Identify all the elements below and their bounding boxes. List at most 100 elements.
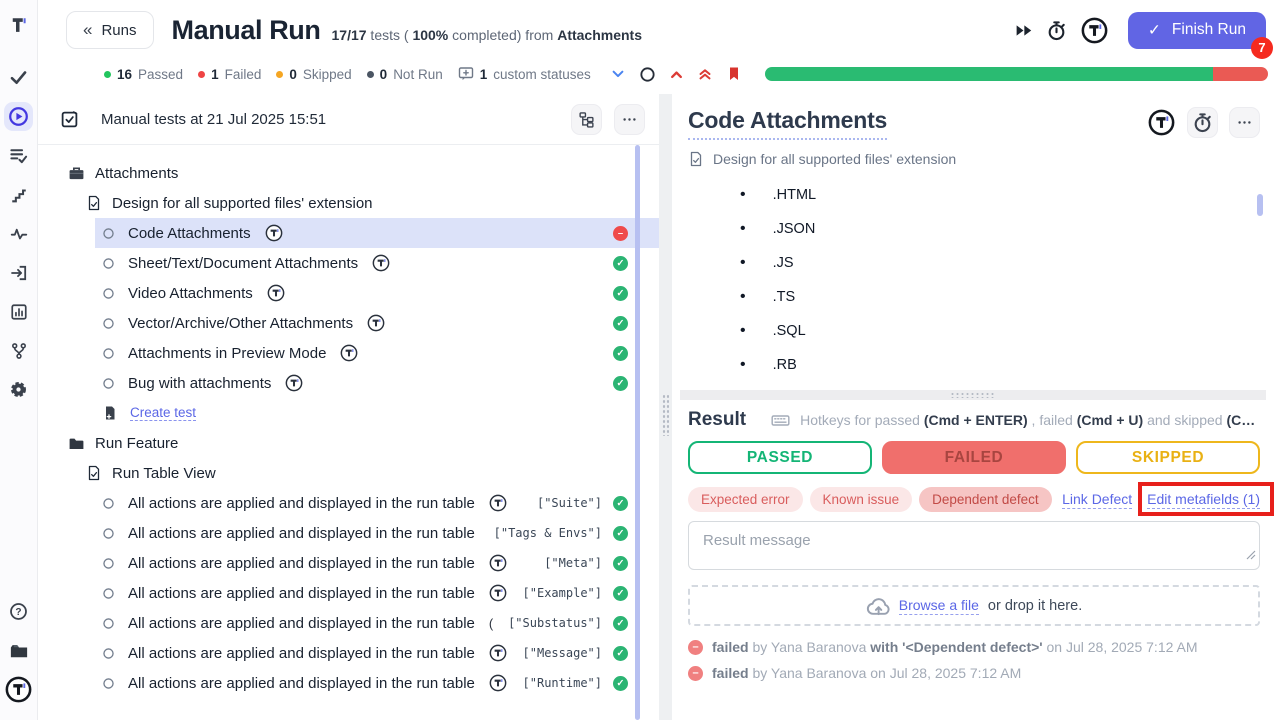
tree-suite[interactable]: Run Table View	[38, 458, 659, 488]
more-options-button[interactable]	[1229, 107, 1260, 138]
passed-button[interactable]: PASSED	[688, 441, 872, 474]
rail-testomat-logo-icon[interactable]	[4, 10, 33, 39]
browse-file-link[interactable]: Browse a file	[899, 597, 979, 615]
edit-metafields-link[interactable]: Edit metafields (1)	[1147, 491, 1260, 509]
tree-suite[interactable]: Design for all supported files' extensio…	[38, 188, 659, 218]
bullet-icon: •	[740, 186, 746, 204]
bookmark-icon[interactable]	[726, 66, 742, 82]
rail-branch-icon[interactable]	[4, 336, 33, 365]
tree-test-row[interactable]: All actions are applied and displayed in…	[38, 548, 659, 578]
rail-help-icon[interactable]: ?	[4, 597, 33, 626]
test-bullet-icon	[102, 677, 115, 690]
failed-status-icon: –	[688, 666, 703, 681]
finish-run-button[interactable]: ✓ Finish Run 7	[1128, 12, 1266, 49]
priority-up-icon[interactable]	[669, 67, 684, 82]
stopwatch-icon[interactable]	[1046, 20, 1067, 41]
rail-run-play-icon[interactable]	[4, 102, 33, 131]
bullet-icon: •	[740, 254, 746, 272]
status-passed-icon: ✓	[613, 586, 628, 601]
defect-tags-row: Expected error Known issueDependent defec…	[688, 487, 1260, 512]
testomat-mini-icon	[285, 374, 303, 392]
result-message-input[interactable]	[688, 521, 1260, 570]
tree-test-row[interactable]: All actions are applied and displayed in…	[38, 518, 659, 548]
back-to-runs-label: Runs	[101, 22, 136, 39]
defect-tag[interactable]: Dependent defect	[919, 487, 1052, 512]
tree-test-row[interactable]: Sheet/Text/Document Attachments✓	[38, 248, 659, 278]
description-scrollbar[interactable]	[1257, 194, 1263, 216]
rail-pulse-icon[interactable]	[4, 219, 33, 248]
testomat-mini-icon	[489, 644, 507, 662]
test-label: All actions are applied and displayed in…	[128, 645, 475, 662]
run-stats-subtitle: 17/17 tests ( 100% completed) from Attac…	[332, 17, 643, 43]
page-title: Manual Run	[172, 15, 321, 46]
create-test-link[interactable]: Create test	[38, 398, 659, 428]
rail-testomat-circle-icon[interactable]	[4, 675, 33, 704]
rail-projects-icon[interactable]	[4, 636, 33, 665]
defect-tag[interactable]: Expected error	[688, 487, 803, 512]
test-label: Video Attachments	[128, 285, 253, 302]
tree-panel-header: Manual tests at 21 Jul 2025 15:51	[38, 94, 659, 145]
test-tag: ["Suite"]	[537, 496, 602, 510]
tree-test-row[interactable]: All actions are applied and displayed in…	[38, 488, 659, 518]
tree-test-row[interactable]: Attachments in Preview Mode✓	[38, 338, 659, 368]
test-tree-panel: Manual tests at 21 Jul 2025 15:51 Attach…	[38, 94, 659, 720]
priority-highest-icon[interactable]	[697, 66, 713, 82]
cloud-upload-icon	[866, 594, 890, 618]
status-dot-icon	[104, 71, 111, 78]
tree-test-row[interactable]: All actions are applied and displayed in…	[38, 608, 659, 638]
tree-folder[interactable]: Run Feature	[38, 428, 659, 458]
test-tag: ["Tags & Envs"]	[494, 526, 602, 540]
status-passed-icon: ✓	[613, 256, 628, 271]
testomat-logo-icon[interactable]	[1080, 16, 1109, 45]
test-bullet-icon	[102, 257, 115, 270]
test-label: All actions are applied and displayed in…	[128, 615, 475, 632]
tree-test-row[interactable]: All actions are applied and displayed in…	[38, 638, 659, 668]
skipped-button[interactable]: SKIPPED	[1076, 441, 1260, 474]
tree-folder[interactable]: Attachments	[38, 158, 659, 188]
file-drop-zone[interactable]: Browse a file or drop it here.	[688, 585, 1260, 626]
link-defect-link[interactable]: Link Defect	[1062, 491, 1132, 509]
test-tag: ["Runtime"]	[523, 676, 602, 690]
testomat-mini-icon	[265, 224, 283, 242]
tree-test-row[interactable]: All actions are applied and displayed in…	[38, 668, 659, 698]
test-tag: ["Message"]	[523, 646, 602, 660]
rail-steps-icon[interactable]	[4, 180, 33, 209]
fast-forward-icon[interactable]	[1014, 21, 1033, 40]
custom-statuses: 1 custom statuses	[458, 66, 591, 82]
rail-analytics-icon[interactable]	[4, 297, 33, 326]
panel-resize-gutter[interactable]	[659, 94, 672, 720]
keyboard-icon	[771, 411, 790, 430]
tree-test-row[interactable]: Code Attachments–	[38, 218, 659, 248]
more-options-button[interactable]	[614, 104, 645, 135]
back-to-runs-button[interactable]: « Runs	[66, 11, 154, 49]
description-bullet: •.PY	[740, 382, 1260, 390]
tree-view-button[interactable]	[571, 104, 602, 135]
rail-check-icon[interactable]	[4, 63, 33, 92]
failed-button[interactable]: FAILED	[882, 441, 1066, 474]
tree-test-row[interactable]: All actions are applied and displayed in…	[38, 578, 659, 608]
suite-breadcrumb[interactable]: Design for all supported files' extensio…	[688, 151, 1260, 167]
rail-settings-icon[interactable]	[4, 375, 33, 404]
testomat-logo-icon[interactable]	[1147, 108, 1176, 137]
section-resize-divider[interactable]	[680, 390, 1266, 400]
tree-test-row[interactable]: Video Attachments✓	[38, 278, 659, 308]
test-bullet-icon	[102, 287, 115, 300]
circle-outline-icon[interactable]	[639, 66, 656, 83]
suite-label: Design for all supported files' extensio…	[713, 151, 956, 167]
bullet-icon: •	[740, 322, 746, 340]
chevron-down-icon[interactable]	[610, 66, 626, 82]
tree-test-row[interactable]: Vector/Archive/Other Attachments✓	[38, 308, 659, 338]
rail-test-list-icon[interactable]	[4, 141, 33, 170]
defect-tag[interactable]: Known issue	[810, 487, 913, 512]
description-bullet: •.HTML	[740, 178, 1260, 212]
document-check-icon	[688, 151, 704, 167]
tree-test-row[interactable]: Bug with attachments✓	[38, 368, 659, 398]
timer-button[interactable]	[1187, 107, 1218, 138]
custom-status-icon	[458, 66, 474, 82]
resize-grip[interactable]	[950, 392, 996, 398]
test-title[interactable]: Code Attachments	[688, 107, 887, 140]
left-rail: ?	[0, 0, 38, 720]
resize-grip[interactable]	[662, 394, 669, 436]
tree-scrollbar[interactable]	[635, 145, 640, 720]
rail-import-icon[interactable]	[4, 258, 33, 287]
